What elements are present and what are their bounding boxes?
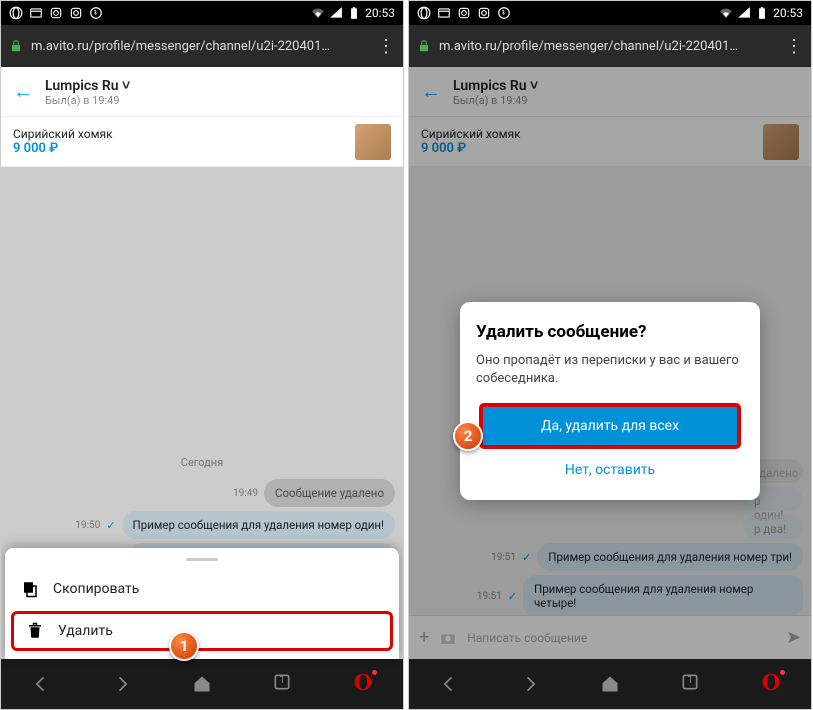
day-label: Сегодня <box>9 456 395 469</box>
signal-icon <box>737 6 751 20</box>
tabs-count: 1 <box>687 675 693 686</box>
phone-right: 20:53 m.avito.ru/profile/messenger/chann… <box>408 0 812 710</box>
instagram-icon <box>457 6 471 20</box>
listing-price: 9 000 ₽ <box>13 141 347 156</box>
lock-icon <box>9 39 23 53</box>
url-text: m.avito.ru/profile/messenger/channel/u2i… <box>439 39 777 54</box>
deleted-message: Сообщение удалено <box>264 479 395 507</box>
chat-header: ← Lumpics Ru ˅ Был(а) в 19:49 <box>1 67 403 117</box>
copy-action[interactable]: Скопировать <box>5 569 399 609</box>
confirm-dialog: Удалить сообщение? Оно пропадёт из переп… <box>460 302 760 500</box>
contact-name[interactable]: Lumpics Ru ˅ <box>45 77 391 94</box>
check-icon: ✓ <box>106 519 115 532</box>
delete-label: Удалить <box>58 623 113 639</box>
listing-bar[interactable]: Сирийский хомяк 9 000 ₽ <box>1 117 403 167</box>
message-bubble[interactable]: Пример сообщения для удаления номер один… <box>122 511 395 539</box>
msg-time: 19:49 <box>233 488 258 499</box>
dialog-body: Оно пропадёт из переписки у вас и вашего… <box>476 352 744 388</box>
step-badge-2: 2 <box>453 421 483 451</box>
home-icon[interactable] <box>192 674 212 694</box>
url-text: m.avito.ru/profile/messenger/channel/u2i… <box>31 39 369 54</box>
browser-navbar: 1 <box>409 659 811 709</box>
browser-urlbar[interactable]: m.avito.ru/profile/messenger/channel/u2i… <box>409 25 811 67</box>
tabs-button[interactable]: 1 <box>680 672 700 696</box>
notification-dot <box>780 670 785 675</box>
opera-menu-icon[interactable] <box>761 672 781 696</box>
action-sheet: Скопировать Удалить <box>5 548 399 659</box>
last-seen: Был(а) в 19:49 <box>45 94 391 107</box>
confirm-delete-button[interactable]: Да, удалить для всех <box>480 404 740 448</box>
shazam-icon <box>497 6 511 20</box>
nav-back-icon[interactable] <box>31 674 51 694</box>
dialog-title: Удалить сообщение? <box>476 322 744 342</box>
phone-left: 20:53 m.avito.ru/profile/messenger/chann… <box>0 0 404 710</box>
android-statusbar: 20:53 <box>1 1 403 25</box>
battery-icon <box>347 6 361 20</box>
movie-icon <box>29 6 43 20</box>
cancel-delete-button[interactable]: Нет, оставить <box>480 448 740 492</box>
instagram-icon <box>69 6 83 20</box>
trash-icon <box>26 622 44 640</box>
copy-icon <box>21 580 39 598</box>
nav-back-icon[interactable] <box>439 674 459 694</box>
notification-dot <box>372 670 377 675</box>
signal-icon <box>329 6 343 20</box>
opera-menu-icon[interactable] <box>353 672 373 696</box>
listing-thumbnail <box>355 124 391 160</box>
opera-icon <box>9 6 23 20</box>
nav-forward-icon[interactable] <box>520 674 540 694</box>
listing-title: Сирийский хомяк <box>13 127 347 141</box>
browser-navbar: 1 <box>1 659 403 709</box>
tabs-button[interactable]: 1 <box>272 672 292 696</box>
shazam-icon <box>89 6 103 20</box>
instagram-icon <box>49 6 63 20</box>
instagram-icon <box>477 6 491 20</box>
sheet-handle[interactable] <box>186 558 218 561</box>
more-icon[interactable]: ⋮ <box>377 36 395 57</box>
delete-action[interactable]: Удалить <box>11 611 393 651</box>
wifi-icon <box>311 6 325 20</box>
movie-icon <box>437 6 451 20</box>
back-icon[interactable]: ← <box>13 79 33 104</box>
msg-time: 19:50 <box>75 520 100 531</box>
wifi-icon <box>719 6 733 20</box>
android-statusbar: 20:53 <box>409 1 811 25</box>
home-icon[interactable] <box>600 674 620 694</box>
nav-forward-icon[interactable] <box>112 674 132 694</box>
battery-icon <box>755 6 769 20</box>
status-time: 20:53 <box>773 6 803 20</box>
browser-urlbar[interactable]: m.avito.ru/profile/messenger/channel/u2i… <box>1 25 403 67</box>
opera-icon <box>417 6 431 20</box>
copy-label: Скопировать <box>53 581 139 597</box>
more-icon[interactable]: ⋮ <box>785 36 803 57</box>
lock-icon <box>417 39 431 53</box>
tabs-count: 1 <box>279 675 285 686</box>
step-badge-1: 1 <box>169 631 199 661</box>
status-time: 20:53 <box>365 6 395 20</box>
